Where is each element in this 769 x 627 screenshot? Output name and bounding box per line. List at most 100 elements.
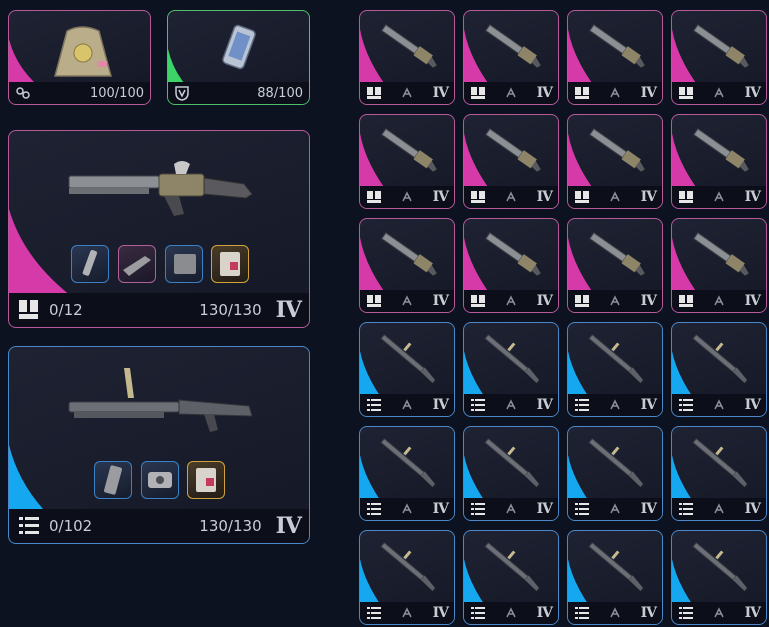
shotgun-icon <box>485 232 541 276</box>
secondary-durability: 130/130 <box>199 517 262 535</box>
stock-icon <box>123 256 151 276</box>
primary-ammo-count: 0/12 <box>49 301 83 319</box>
inventory-slot-rifle[interactable]: IV <box>567 426 663 521</box>
inventory-slot-rifle[interactable]: IV <box>671 322 767 417</box>
tier-label: IV <box>432 293 449 309</box>
magazine-icon <box>104 465 122 495</box>
rifle-icon <box>692 542 748 592</box>
tier-label: IV <box>640 293 657 309</box>
inventory-slot-shotgun[interactable]: IV <box>359 114 455 209</box>
inventory-slot-rifle[interactable]: IV <box>359 322 455 417</box>
inventory-slot-rifle[interactable]: IV <box>671 530 767 625</box>
inventory-slot-shotgun[interactable]: IV <box>671 114 767 209</box>
tier-label: IV <box>536 293 553 309</box>
inventory-slot-rifle[interactable]: IV <box>463 322 559 417</box>
primary-weapon-slot[interactable]: 0/12 130/130 IV <box>8 130 310 328</box>
attachment-slot-optic[interactable] <box>141 461 179 499</box>
tier-label: IV <box>536 605 553 621</box>
armor-plate-icon <box>222 24 256 70</box>
shotgun-icon <box>485 128 541 172</box>
tier-label: IV <box>744 293 761 309</box>
tier-label: IV <box>744 189 761 205</box>
shotgun-shells-icon <box>679 87 693 99</box>
inventory-slot-shotgun[interactable]: IV <box>359 218 455 313</box>
rifle-icon <box>484 334 540 384</box>
inventory-slot-shotgun[interactable]: IV <box>567 114 663 209</box>
attachment-gear-icon <box>714 503 724 514</box>
attachment-gear-icon <box>610 399 620 410</box>
attachment-slot-magazine[interactable] <box>165 245 203 283</box>
shotgun-icon <box>589 232 645 276</box>
shotgun-icon <box>589 24 645 68</box>
tier-label: IV <box>536 85 553 101</box>
attachment-gear-icon <box>610 295 620 306</box>
rifle-icon <box>380 334 436 384</box>
inventory-slot-shotgun[interactable]: IV <box>463 10 559 105</box>
inventory-slot-shotgun[interactable]: IV <box>567 218 663 313</box>
tier-label: IV <box>640 85 657 101</box>
inventory-slot-rifle[interactable]: IV <box>671 426 767 521</box>
rifle-ammo-icon <box>367 399 381 411</box>
tier-label: IV <box>640 605 657 621</box>
rifle-ammo-icon <box>19 517 39 534</box>
rifle-ammo-icon <box>471 399 485 411</box>
shotgun-shells-icon <box>679 295 693 307</box>
rifle-ammo-icon <box>679 607 693 619</box>
inventory-slot-shotgun[interactable]: IV <box>463 218 559 313</box>
tier-label: IV <box>640 189 657 205</box>
attachment-gear-icon <box>714 191 724 202</box>
inventory-slot-rifle[interactable]: IV <box>463 426 559 521</box>
shotgun-shells-icon <box>471 295 485 307</box>
attachment-gear-icon <box>506 607 516 618</box>
attachment-slot-ammo[interactable] <box>187 461 225 499</box>
rifle-ammo-icon <box>367 607 381 619</box>
inventory-slot-shotgun[interactable]: IV <box>463 114 559 209</box>
rifle-icon <box>484 438 540 488</box>
attachment-gear-icon <box>714 607 724 618</box>
inventory-slot-shotgun[interactable]: IV <box>671 218 767 313</box>
tier-label: IV <box>744 501 761 517</box>
rifle-ammo-icon <box>575 503 589 515</box>
shotgun-icon <box>589 128 645 172</box>
rifle-icon <box>692 438 748 488</box>
shotgun-icon <box>693 232 749 276</box>
rifle-icon <box>380 438 436 488</box>
attachment-gear-icon <box>714 295 724 306</box>
shotgun-shells-icon <box>575 87 589 99</box>
shotgun-shells-icon <box>19 300 38 319</box>
rifle-ammo-icon <box>679 503 693 515</box>
inventory-slot-rifle[interactable]: IV <box>567 530 663 625</box>
tier-label: IV <box>432 397 449 413</box>
inventory-slot-rifle[interactable]: IV <box>359 530 455 625</box>
inventory-slot-shotgun[interactable]: IV <box>567 10 663 105</box>
secondary-ammo-count: 0/102 <box>49 517 93 535</box>
inventory-slot-rifle[interactable]: IV <box>359 426 455 521</box>
tier-label: IV <box>432 605 449 621</box>
shotgun-icon <box>381 128 437 172</box>
inventory-slot-shotgun[interactable]: IV <box>671 10 767 105</box>
attachment-gear-icon <box>714 399 724 410</box>
attachment-gear-icon <box>402 503 412 514</box>
shotgun-icon <box>68 161 253 216</box>
attachment-slot-magazine[interactable] <box>94 461 132 499</box>
attachment-gear-icon <box>402 295 412 306</box>
rifle-icon <box>588 334 644 384</box>
consumable-slot-armor[interactable]: 88/100 <box>167 10 310 105</box>
attachment-slot-stock[interactable] <box>118 245 156 283</box>
inventory-slot-shotgun[interactable]: IV <box>359 10 455 105</box>
shotgun-shells-icon <box>471 191 485 203</box>
shotgun-shells-icon <box>367 87 381 99</box>
consumable-slot-grenades[interactable]: 100/100 <box>8 10 151 105</box>
attachment-slot-ammo[interactable] <box>211 245 249 283</box>
shotgun-icon <box>485 24 541 68</box>
inventory-slot-rifle[interactable]: IV <box>463 530 559 625</box>
attachment-slot-muzzle[interactable] <box>71 245 109 283</box>
rifle-icon <box>588 438 644 488</box>
secondary-weapon-slot[interactable]: 0/102 130/130 IV <box>8 346 310 544</box>
shotgun-shells-icon <box>471 87 485 99</box>
attachment-gear-icon <box>506 191 516 202</box>
primary-durability: 130/130 <box>199 301 262 319</box>
inventory-slot-rifle[interactable]: IV <box>567 322 663 417</box>
tier-label: IV <box>744 605 761 621</box>
rifle-icon <box>692 334 748 384</box>
